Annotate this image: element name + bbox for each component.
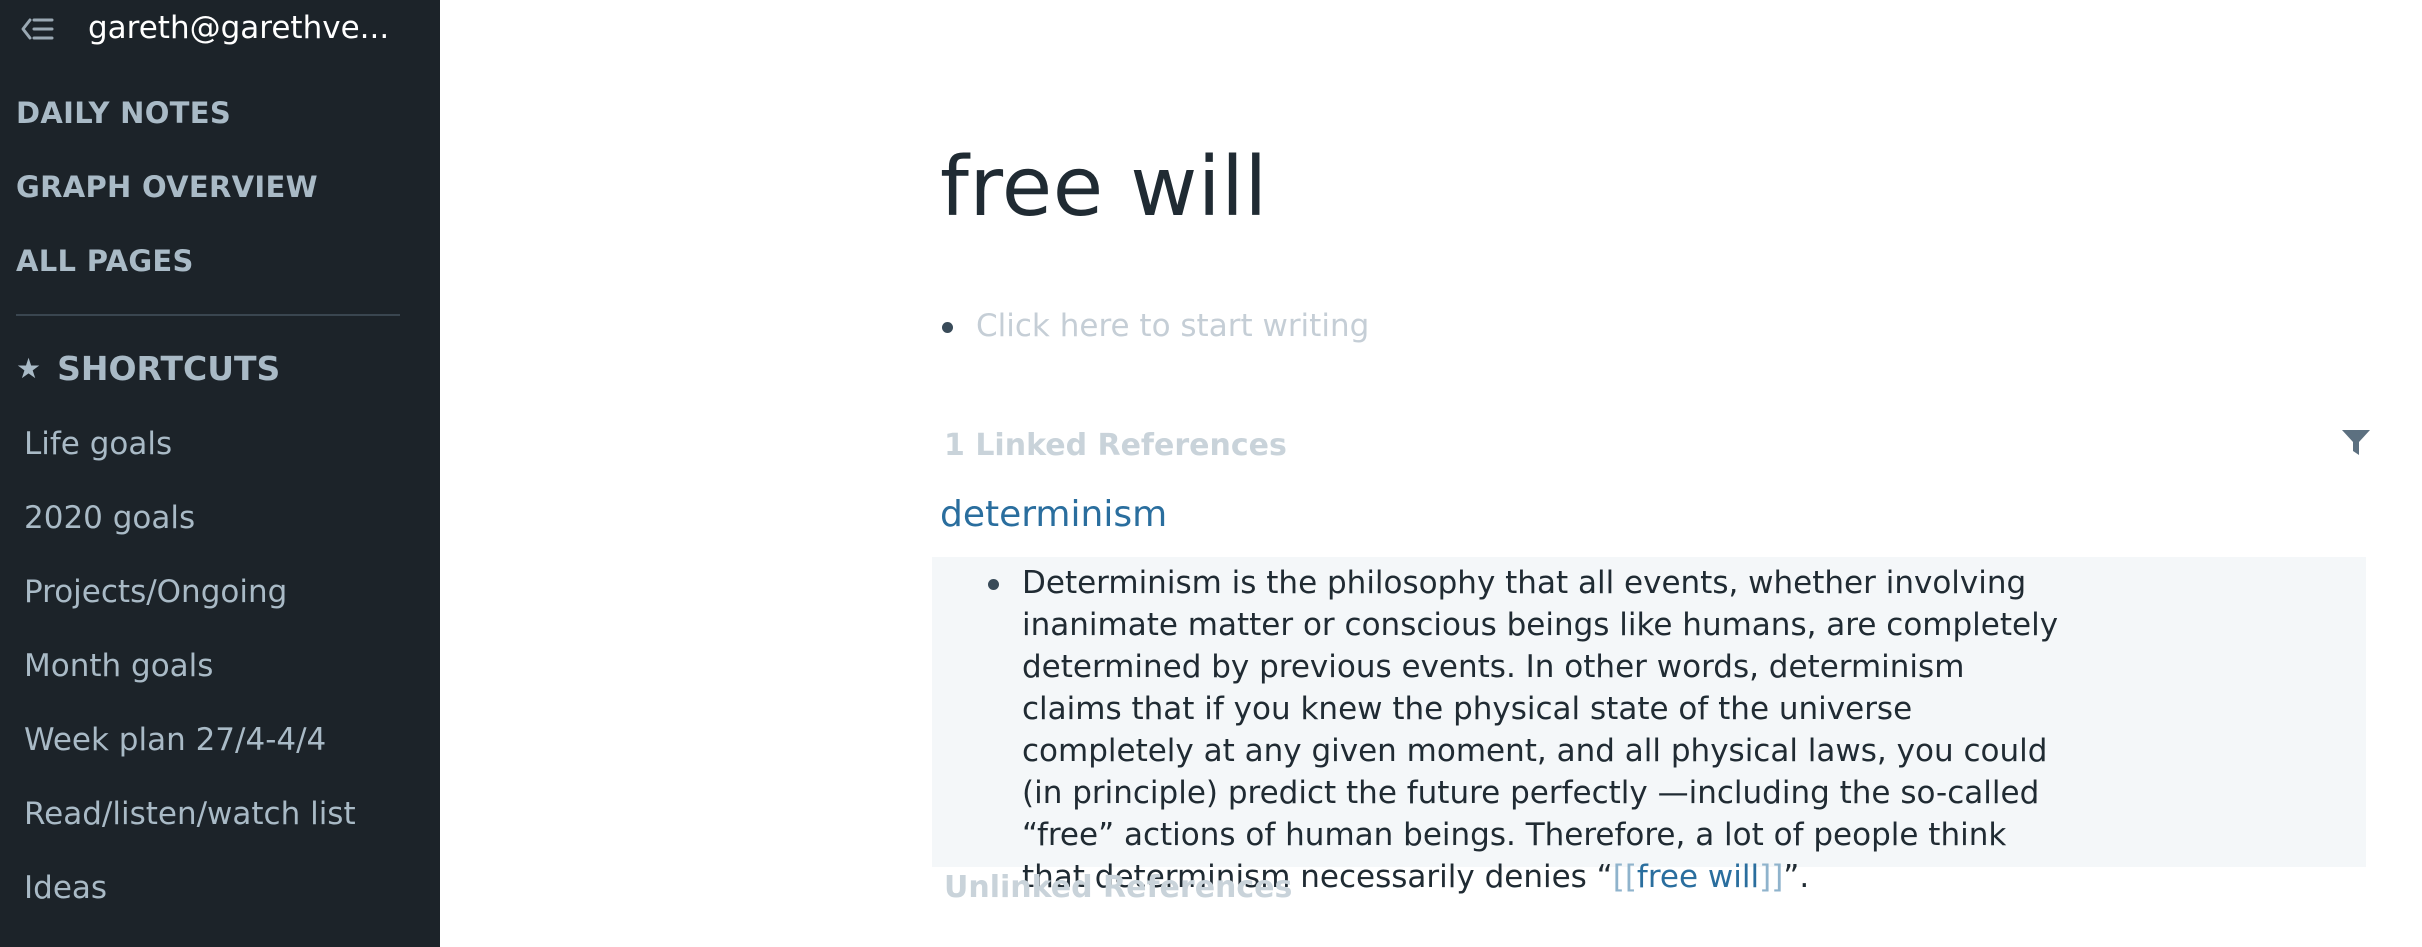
- left-sidebar: gareth@garethve... DAILY NOTES GRAPH OVE…: [0, 0, 440, 947]
- reference-page-link[interactable]: determinism: [940, 494, 1167, 535]
- page-title[interactable]: free will: [940, 140, 1268, 235]
- shortcut-item[interactable]: Week plan 27/4-4/4: [24, 722, 326, 758]
- collapse-sidebar-icon[interactable]: [20, 14, 54, 44]
- star-icon: ★: [16, 352, 42, 385]
- shortcut-item[interactable]: Projects/Ongoing: [24, 574, 287, 610]
- linked-references-header[interactable]: 1 Linked References: [944, 428, 1287, 463]
- sidebar-divider: [16, 314, 400, 316]
- nav-all-pages[interactable]: ALL PAGES: [16, 244, 194, 278]
- block-text-suffix: ”.: [1783, 859, 1810, 895]
- page-reference-link[interactable]: free will: [1637, 859, 1759, 895]
- link-close-bracket: ]]: [1759, 859, 1784, 895]
- nav-daily-notes[interactable]: DAILY NOTES: [16, 96, 231, 130]
- block-text-body: Determinism is the philosophy that all e…: [1022, 565, 2059, 895]
- unlinked-references-header[interactable]: Unlinked References: [944, 870, 1292, 905]
- empty-block-placeholder[interactable]: Click here to start writing: [976, 308, 1369, 344]
- shortcut-item[interactable]: Ideas: [24, 870, 107, 906]
- shortcuts-header: ★ SHORTCUTS: [16, 349, 280, 388]
- link-open-bracket: [[: [1612, 859, 1637, 895]
- shortcut-item[interactable]: 2020 goals: [24, 500, 195, 536]
- app-window: gareth@garethve... DAILY NOTES GRAPH OVE…: [0, 0, 2422, 947]
- user-account-menu[interactable]: gareth@garethve...: [88, 10, 389, 46]
- block-bullet[interactable]: [988, 579, 999, 590]
- sidebar-header: gareth@garethve...: [0, 0, 440, 58]
- filter-icon[interactable]: [2340, 427, 2372, 459]
- main-content: free will Click here to start writing 1 …: [440, 0, 2422, 947]
- shortcut-item[interactable]: Month goals: [24, 648, 213, 684]
- shortcut-item[interactable]: Life goals: [24, 426, 172, 462]
- reference-block-text[interactable]: Determinism is the philosophy that all e…: [1022, 562, 2062, 898]
- shortcut-item[interactable]: Read/listen/watch list: [24, 796, 356, 832]
- block-bullet[interactable]: [942, 322, 953, 333]
- shortcuts-title: SHORTCUTS: [57, 349, 281, 388]
- nav-graph-overview[interactable]: GRAPH OVERVIEW: [16, 170, 318, 204]
